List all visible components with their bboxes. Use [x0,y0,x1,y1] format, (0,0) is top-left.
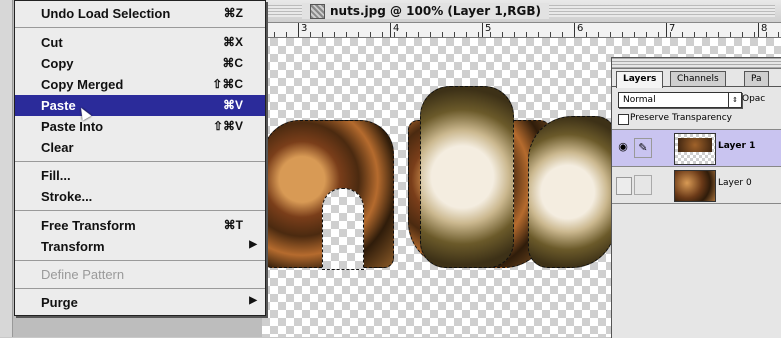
layer-row-layer-1[interactable]: ◉ ✎ Layer 1 [612,130,781,167]
menu-item-clear[interactable]: Clear [15,137,265,158]
menu-separator [15,161,265,162]
menu-separator [15,260,265,261]
ruler-tick [298,23,299,37]
menu-item-paste[interactable]: Paste ⌘V [15,95,265,116]
nuts-letter-s [528,116,616,268]
menu-label: Fill... [41,168,71,183]
menu-label: Stroke... [41,189,93,204]
opacity-label: Opac [742,94,766,104]
menu-shortcut: ⌘V [222,98,243,112]
menu-item-purge[interactable]: Purge ▶ [15,292,265,313]
menu-item-transform[interactable]: Transform ▶ [15,236,265,257]
menu-separator [15,27,265,28]
menu-shortcut: ⇧⌘C [212,77,243,91]
blend-mode-value: Normal [623,95,656,105]
layers-palette: Layers Channels Pa Normal ⇕ Opac Preserv… [611,57,781,338]
submenu-arrow-icon: ▶ [249,239,257,250]
layer-row-layer-0[interactable]: Layer 0 [612,167,781,204]
edit-menu: Undo Load Selection ⌘Z Cut ⌘X Copy ⌘C Co… [14,0,266,316]
menu-label: Undo Load Selection [41,6,171,21]
brush-icon[interactable]: ✎ [634,138,652,158]
menu-label: Transform [41,239,105,254]
menu-shortcut: ⌘X [222,35,243,49]
menu-shortcut: ⌘T [223,218,243,232]
letter-n-gap [322,188,364,270]
layer-thumbnail [674,170,716,202]
ruler-number: 7 [669,23,676,34]
blend-mode-select[interactable]: Normal ⇕ [618,92,742,108]
menu-item-copy[interactable]: Copy ⌘C [15,53,265,74]
ruler-tick [758,23,759,37]
menu-shortcut: ⌘C [222,56,243,70]
menu-item-paste-into[interactable]: Paste Into ⇧⌘V [15,116,265,137]
menu-item-free-transform[interactable]: Free Transform ⌘T [15,215,265,236]
blend-arrow-icon: ⇕ [728,93,741,107]
ruler-number: 3 [301,23,308,34]
menu-label: Paste [41,98,76,113]
ruler-number: 6 [577,23,584,34]
document-title-bar[interactable]: nuts.jpg @ 100% (Layer 1,RGB) [262,0,781,23]
ruler-tick [390,23,391,37]
menu-label: Copy [41,56,74,71]
preserve-transparency-checkbox[interactable] [618,114,629,125]
menu-label: Free Transform [41,218,136,233]
preserve-transparency-row: Preserve Transparency [612,111,781,130]
menu-item-stroke[interactable]: Stroke... [15,186,265,207]
top-ruler: 3 4 5 6 7 8 [262,23,781,38]
menu-item-cut[interactable]: Cut ⌘X [15,32,265,53]
ruler-tick [574,23,575,37]
preserve-transparency-label: Preserve Transparency [630,113,732,123]
menu-label: Define Pattern [41,267,125,282]
submenu-arrow-icon: ▶ [249,295,257,306]
menu-item-undo[interactable]: Undo Load Selection ⌘Z [15,3,265,24]
tab-channels[interactable]: Channels [670,71,726,86]
ruler-number: 8 [761,23,768,34]
menu-separator [15,210,265,211]
menu-item-define-pattern: Define Pattern [15,264,265,285]
title-wrap: nuts.jpg @ 100% (Layer 1,RGB) [302,3,549,19]
file-icon [310,3,325,19]
nuts-letter-t [420,86,514,268]
ruler-tick [666,23,667,37]
menu-label: Copy Merged [41,77,124,92]
palette-title-bar[interactable] [612,58,781,69]
eye-icon[interactable]: ◉ [616,140,630,154]
menu-shortcut: ⇧⌘V [212,119,243,133]
ruler-number: 4 [393,23,400,34]
blend-row: Normal ⇕ Opac [612,87,781,111]
link-box[interactable] [634,175,652,195]
ruler-number: 5 [485,23,492,34]
layer-thumbnail [674,133,716,165]
menu-label: Clear [41,140,74,155]
menu-item-fill[interactable]: Fill... [15,165,265,186]
layer-name: Layer 0 [718,178,752,188]
left-ruler [0,0,13,337]
document-title: nuts.jpg @ 100% (Layer 1,RGB) [330,4,541,18]
tab-paths[interactable]: Pa [744,71,769,86]
tab-layers[interactable]: Layers [616,71,664,88]
menu-item-copy-merged[interactable]: Copy Merged ⇧⌘C [15,74,265,95]
layer-name: Layer 1 [718,141,756,151]
menu-label: Cut [41,35,63,50]
palette-tabs: Layers Channels Pa [612,69,781,88]
menu-separator [15,288,265,289]
menu-label: Purge [41,295,78,310]
ruler-tick [482,23,483,37]
visibility-toggle[interactable] [616,177,632,195]
menu-label: Paste Into [41,119,104,134]
menu-shortcut: ⌘Z [223,6,243,20]
